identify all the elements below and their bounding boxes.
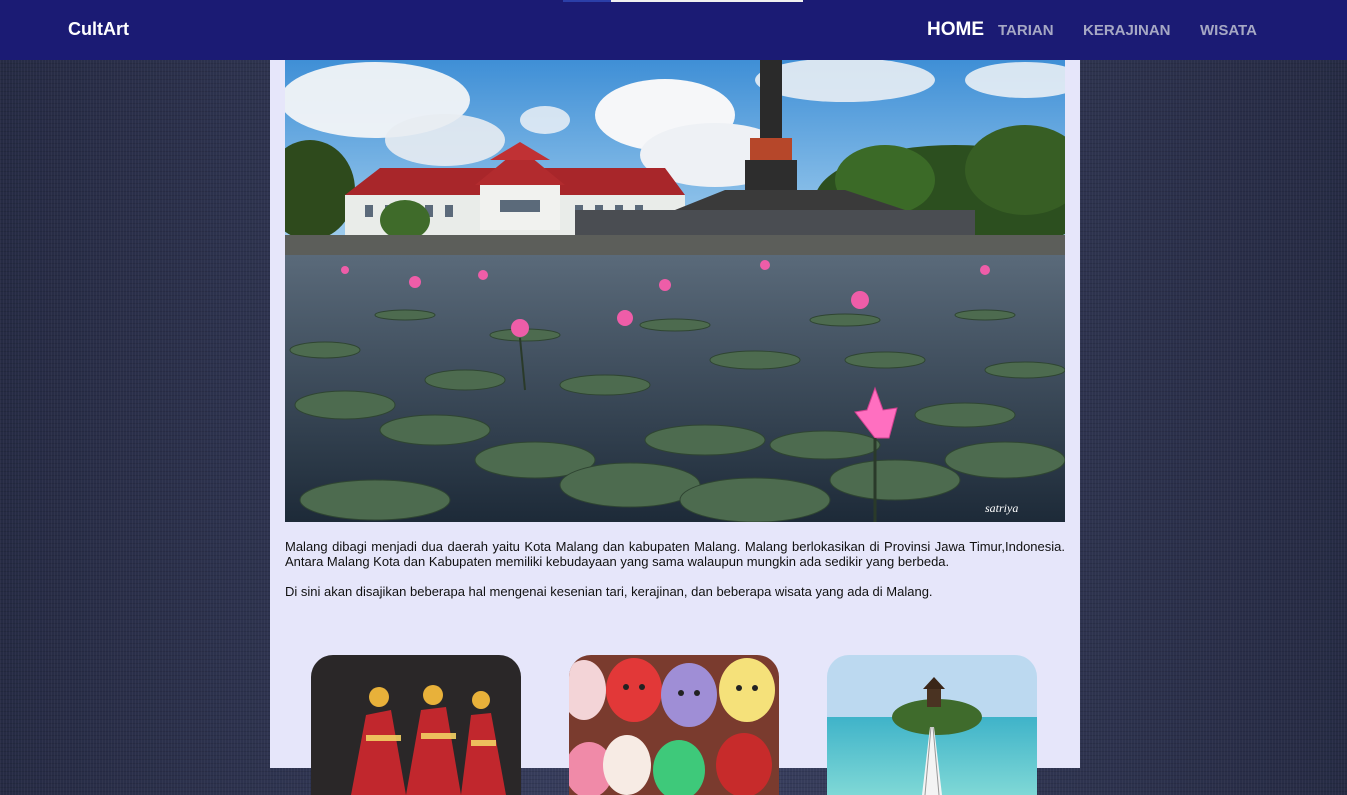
nav-tarian[interactable]: TARIAN — [998, 22, 1054, 39]
card-kerajinan-image[interactable] — [569, 655, 779, 795]
card-wisata-image[interactable] — [827, 655, 1037, 795]
top-progress-strip-accent — [563, 0, 611, 2]
intro-text: Malang dibagi menjadi dua daerah yaitu K… — [285, 539, 1065, 614]
nav-home[interactable]: HOME — [927, 19, 984, 41]
nav-kerajinan[interactable]: KERAJINAN — [1083, 22, 1171, 39]
top-navbar: CultArt HOME TARIAN KERAJINAN WISATA — [0, 0, 1347, 60]
hero-image-tugu-malang: satriya — [285, 60, 1065, 522]
intro-paragraph-2: Di sini akan disajikan beberapa hal meng… — [285, 584, 933, 599]
card-tarian-image[interactable] — [311, 655, 521, 795]
main-content: satriya Malang dibagi menjadi dua daerah… — [270, 60, 1080, 795]
nav-wisata[interactable]: WISATA — [1200, 22, 1257, 39]
brand-logo[interactable]: CultArt — [68, 19, 129, 40]
intro-paragraph-1: Malang dibagi menjadi dua daerah yaitu K… — [285, 539, 1065, 569]
hero-watermark: satriya — [985, 501, 1018, 515]
